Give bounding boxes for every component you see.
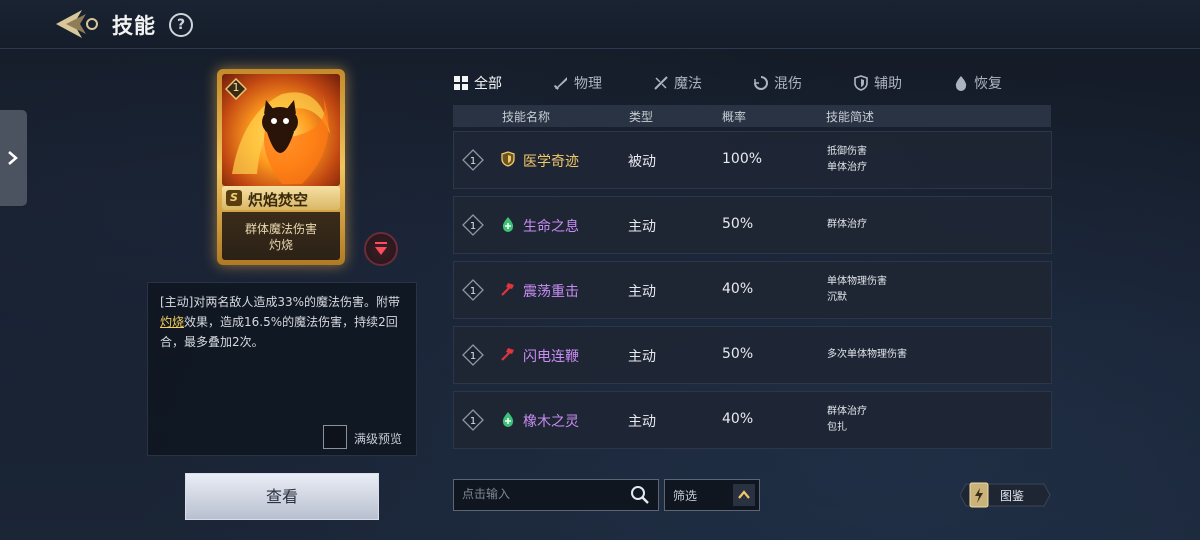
sword-icon [553, 77, 567, 90]
filter-toggle[interactable] [733, 484, 755, 506]
tab-label: 全部 [474, 76, 502, 92]
svg-text:1: 1 [470, 286, 476, 297]
level-diamond-icon: 1 [462, 214, 484, 236]
table-row[interactable]: 1 橡木之灵 主动 40% 群体治疗 包扎 [453, 391, 1052, 449]
chevron-right-icon [8, 151, 18, 165]
skill-rate: 40% [722, 411, 754, 427]
drop-icon [955, 76, 967, 91]
card-level-number: 1 [232, 81, 240, 94]
skill-name: 震荡重击 [523, 284, 579, 300]
magic-wand-icon [654, 76, 668, 90]
column-header-name: 技能名称 [502, 110, 551, 124]
keyword-link[interactable]: 灼烧 [160, 315, 184, 329]
filter-dropdown[interactable]: 筛选 [664, 479, 760, 511]
skill-summary-line: 抵御伤害 [827, 146, 867, 157]
skill-rate: 50% [722, 216, 754, 232]
card-skill-name: 炽焰焚空 [248, 191, 309, 209]
skill-name: 闪电连鞭 [523, 349, 579, 365]
shield-icon [854, 75, 868, 91]
unequip-button[interactable] [364, 232, 398, 266]
codex-label: 图鉴 [1000, 489, 1025, 503]
max-level-preview-checkbox[interactable] [323, 425, 347, 449]
search-input[interactable] [460, 486, 624, 502]
skill-rate: 40% [722, 281, 754, 297]
tab-label: 魔法 [674, 76, 702, 92]
skill-description-text: [主动]对两名敌人造成33%的魔法伤害。附带灼烧效果，造成16.5%的魔法伤害，… [160, 295, 401, 349]
swirl-icon [754, 76, 768, 90]
skill-name: 橡木之灵 [523, 414, 579, 430]
skill-type: 主动 [628, 414, 656, 430]
arrow-down-icon [375, 242, 387, 255]
table-row[interactable]: 1 生命之息 主动 50% 群体治疗 [453, 196, 1052, 254]
svg-text:1: 1 [470, 156, 476, 167]
chevron-up-icon [738, 490, 750, 499]
table-row[interactable]: 1 震荡重击 主动 40% 单体物理伤害 沉默 [453, 261, 1052, 319]
column-header-summary: 技能简述 [826, 110, 875, 124]
skill-summary-line: 群体治疗 [827, 406, 867, 417]
skill-type: 被动 [628, 154, 656, 170]
back-arrow-icon [56, 10, 98, 38]
level-diamond-icon: 1 [462, 409, 484, 431]
hammer-icon [501, 348, 514, 361]
svg-text:1: 1 [470, 416, 476, 427]
help-icon[interactable]: ? [169, 13, 193, 37]
skill-rate: 50% [722, 346, 754, 362]
back-button[interactable] [52, 6, 104, 42]
card-level-badge: 1 [224, 77, 248, 101]
tab-mixed[interactable]: 混伤 [753, 72, 802, 94]
skill-summary-line: 多次单体物理伤害 [827, 349, 907, 360]
tab-label: 辅助 [874, 76, 902, 92]
skill-type: 主动 [628, 284, 656, 300]
skill-type: 主动 [628, 349, 656, 365]
search-box [453, 479, 659, 511]
tab-support[interactable]: 辅助 [853, 72, 902, 94]
table-row[interactable]: 1 医学奇迹 被动 100% 抵御伤害 单体治疗 [453, 131, 1052, 189]
svg-text:1: 1 [470, 351, 476, 362]
skill-name: 生命之息 [523, 219, 579, 235]
side-expand-tab[interactable] [0, 110, 27, 206]
column-header-rate: 概率 [722, 110, 747, 124]
skill-summary-line: 沉默 [827, 292, 847, 303]
tab-all[interactable]: 全部 [453, 72, 502, 94]
tab-physical[interactable]: 物理 [553, 72, 602, 94]
hammer-icon [501, 283, 514, 296]
page-title: 技能 [112, 14, 156, 38]
column-header-type: 类型 [629, 110, 654, 124]
card-rank-badge: S [226, 190, 242, 206]
skill-name: 医学奇迹 [523, 154, 579, 170]
level-diamond-icon: 1 [462, 149, 484, 171]
skill-summary-line: 单体治疗 [827, 162, 867, 173]
leaf-drop-icon [502, 217, 514, 232]
shield-icon [501, 151, 515, 167]
tab-label: 恢复 [974, 76, 1002, 92]
card-desc-line: 群体魔法伤害 [244, 222, 317, 236]
card-desc-line: 灼烧 [268, 238, 293, 252]
tab-magic[interactable]: 魔法 [653, 72, 702, 94]
level-diamond-icon: 1 [462, 344, 484, 366]
skill-rate: 100% [722, 151, 763, 167]
skill-summary-line: 单体物理伤害 [827, 276, 887, 287]
filter-label: 筛选 [673, 489, 698, 503]
view-button[interactable]: 查看 [185, 473, 379, 520]
skill-type: 主动 [628, 219, 656, 235]
search-icon[interactable] [630, 485, 650, 505]
leaf-drop-icon [502, 412, 514, 427]
grid-icon [454, 76, 468, 90]
max-level-preview-label: 满级预览 [354, 432, 403, 446]
skill-summary-line: 群体治疗 [827, 219, 867, 230]
tab-label: 混伤 [774, 76, 802, 92]
table-row[interactable]: 1 闪电连鞭 主动 50% 多次单体物理伤害 [453, 326, 1052, 384]
skill-summary-line: 包扎 [827, 422, 847, 433]
tab-label: 物理 [574, 76, 602, 92]
tab-recovery[interactable]: 恢复 [953, 72, 1002, 94]
level-diamond-icon: 1 [462, 279, 484, 301]
svg-text:1: 1 [470, 221, 476, 232]
